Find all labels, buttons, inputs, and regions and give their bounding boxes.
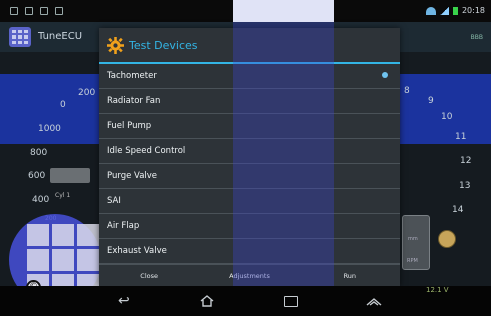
device-item-idle-speed-control[interactable]: Idle Speed Control [99, 139, 400, 164]
gauge-tick: 0 [60, 100, 66, 110]
gauge-tick: 10 [441, 112, 453, 122]
run-button[interactable]: Run [300, 265, 400, 286]
device-item-sai[interactable]: SAI [99, 189, 400, 214]
gauge-tick: 13 [459, 181, 471, 191]
device-list: Tachometer Radiator Fan Fuel Pump Idle S… [99, 64, 400, 264]
back-icon[interactable]: ↩ [118, 294, 130, 308]
gauge-tick: 800 [30, 148, 48, 158]
status-knob [438, 230, 456, 248]
device-label: Idle Speed Control [107, 146, 186, 156]
device-label: Fuel Pump [107, 121, 152, 131]
device-item-radiator-fan[interactable]: Radiator Fan [99, 89, 400, 114]
status-right: 20:18 [425, 6, 485, 15]
app-title: TuneECU [38, 31, 83, 42]
device-label: Purge Valve [107, 171, 158, 181]
notification-icon [40, 7, 48, 15]
device-label: SAI [107, 196, 121, 206]
recent-apps-icon[interactable] [284, 296, 298, 307]
status-bar: 20:18 [0, 0, 491, 22]
rpm-box-unit: mm [408, 236, 418, 242]
notification-icon [10, 7, 18, 15]
selected-indicator-icon [382, 72, 388, 78]
dialog-header: Test Devices [99, 28, 400, 64]
voltage-readout: 12.1 V [426, 286, 449, 294]
gauge-tick: 8 [404, 86, 410, 96]
cylinder-indicator [50, 168, 90, 183]
rpm-box: mm RPM [402, 215, 430, 270]
gauge-tick: 14 [452, 205, 464, 215]
device-item-fuel-pump[interactable]: Fuel Pump [99, 114, 400, 139]
notification-icons [10, 7, 63, 15]
grid-icon[interactable] [9, 27, 31, 47]
gauge-tick: 11 [455, 132, 467, 142]
signal-icon [439, 6, 449, 15]
gauge-tick: 200 [78, 88, 96, 98]
gauge-tick: 600 [28, 171, 46, 181]
up-icon[interactable] [366, 297, 382, 306]
notification-icon [25, 7, 33, 15]
device-label: Air Flap [107, 221, 140, 231]
device-label: Radiator Fan [107, 96, 161, 106]
gear-icon [107, 37, 124, 54]
gauge-tick: 12 [460, 156, 472, 166]
app-bar-label: BBB [470, 34, 483, 41]
navigation-bar: ↩ 12.1 V [0, 286, 491, 316]
cylinder-label: Cyl 1 [55, 192, 71, 199]
device-label: Tachometer [107, 71, 157, 81]
device-item-exhaust-valve[interactable]: Exhaust Valve [99, 239, 400, 264]
gauge-tick: 9 [428, 96, 434, 106]
gauge-tick: 1000 [38, 124, 61, 134]
home-icon[interactable] [200, 295, 214, 307]
close-button[interactable]: Close [99, 265, 199, 286]
device-item-tachometer[interactable]: Tachometer [99, 64, 400, 89]
device-label: Exhaust Valve [107, 246, 167, 256]
adjustments-button[interactable]: Adjustments [199, 265, 299, 286]
gauge-tick: 400 [32, 195, 50, 205]
notification-icon [55, 7, 63, 15]
rpm-box-label: RPM [407, 258, 418, 264]
dialog-button-bar: Close Adjustments Run [99, 264, 400, 286]
wifi-icon [425, 6, 436, 15]
battery-icon [452, 6, 458, 15]
device-item-purge-valve[interactable]: Purge Valve [99, 164, 400, 189]
test-devices-dialog: Test Devices Tachometer Radiator Fan Fue… [99, 28, 400, 286]
device-item-air-flap[interactable]: Air Flap [99, 214, 400, 239]
status-time: 20:18 [461, 6, 485, 15]
dialog-title: Test Devices [129, 39, 198, 52]
